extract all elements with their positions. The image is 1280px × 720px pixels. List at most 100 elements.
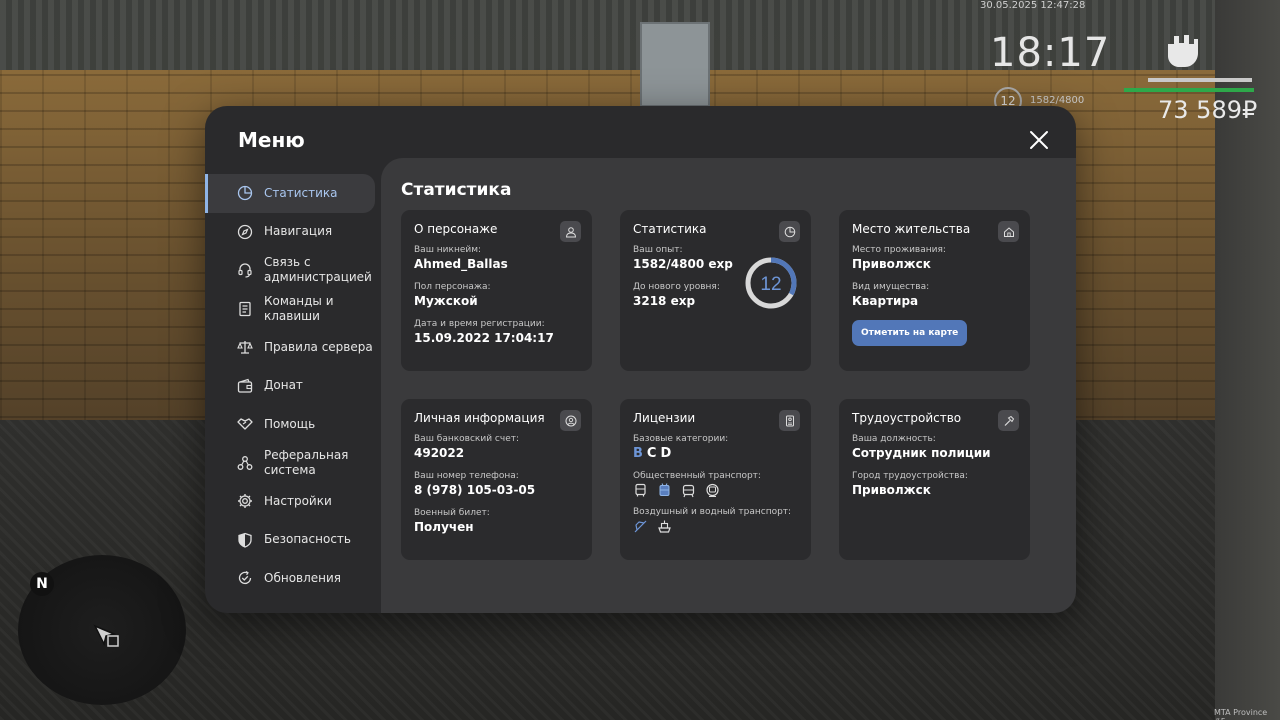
sidebar-item-label: Обновления (264, 570, 342, 585)
public-transport-icons (633, 483, 798, 498)
content-area: Статистика О персонаже Ваш никнейм: Ahme… (381, 158, 1076, 613)
hud-armor-bar (1148, 78, 1252, 82)
server-watermark: MTA Province #5 (1214, 708, 1268, 720)
license-categories: BCD (633, 446, 798, 461)
sidebar-item-label: Помощь (264, 416, 316, 431)
close-icon[interactable] (1027, 128, 1051, 152)
property-type-value: Квартира (852, 294, 919, 308)
sidebar-item-label: Донат (264, 378, 303, 393)
gear-icon (238, 494, 252, 509)
network-icon (237, 455, 253, 470)
sidebar-item-security[interactable]: Безопасность (205, 521, 381, 560)
document-icon (239, 301, 251, 316)
minimap-north-marker: N (30, 572, 54, 596)
menu-panel: Меню Статистика Навигация Связь с админи… (205, 106, 1076, 613)
sidebar-item-donate[interactable]: Донат (205, 367, 381, 406)
sidebar-item-commands[interactable]: Команды и клавиши (205, 290, 381, 329)
wallet-icon (237, 378, 253, 393)
residence-place-value: Приволжск (852, 257, 931, 271)
registration-label: Дата и время регистрации: (414, 319, 545, 329)
job-position-label: Ваша должность: (852, 434, 936, 444)
card-title: Место жительства (852, 222, 971, 236)
hud-health-bar (1124, 88, 1254, 92)
card-personal-info: Личная информация Ваш банковский счет: 4… (401, 399, 592, 560)
license-category-c: C (646, 446, 661, 461)
card-title: Личная информация (414, 411, 545, 425)
card-title: Трудоустройство (852, 411, 962, 425)
base-categories-label: Базовые категории: (633, 434, 729, 444)
game-background-door (640, 22, 710, 107)
nickname-label: Ваш никнейм: (414, 245, 482, 255)
registration-value: 15.09.2022 17:04:17 (414, 331, 554, 345)
card-residence: Место жительства Место проживания: Приво… (839, 210, 1030, 371)
air-water-transport-label: Воздушный и водный транспорт: (633, 507, 792, 517)
hud-datetime: 30.05.2025 12:47:28 (980, 0, 1086, 11)
card-icon-button (560, 410, 581, 431)
pie-chart-icon (784, 226, 795, 237)
player-arrow-icon (93, 624, 119, 647)
sidebar-item-label: Команды и клавиши (264, 293, 334, 323)
card-title: Лицензии (633, 411, 696, 425)
card-title: Статистика (633, 222, 707, 236)
scales-icon (237, 341, 253, 354)
job-city-value: Приволжск (852, 483, 931, 497)
gender-value: Мужской (414, 294, 478, 308)
card-icon-button (998, 410, 1019, 431)
card-title: О персонаже (414, 222, 498, 236)
sidebar-item-navigation[interactable]: Навигация (205, 213, 381, 252)
sidebar-item-referral[interactable]: Реферальная система (205, 444, 381, 483)
hud-clock: 18:17 (990, 30, 1111, 76)
sidebar-item-admin-contact[interactable]: Связь с администрацией (205, 251, 381, 290)
level-progress-ring: 12 (745, 257, 797, 309)
sidebar-item-statistics[interactable]: Статистика (205, 174, 375, 213)
hud-money: 73 589₽ (1158, 96, 1258, 124)
sidebar-item-label: Навигация (264, 224, 333, 239)
license-category-d: D (660, 446, 676, 461)
card-employment: Трудоустройство Ваша должность: Сотрудни… (839, 399, 1030, 560)
card-icon-button (560, 221, 581, 242)
gender-label: Пол персонажа: (414, 282, 491, 292)
bank-account-label: Ваш банковский счет: (414, 434, 520, 444)
hammer-icon (1004, 415, 1014, 426)
military-id-value: Получен (414, 520, 474, 534)
sidebar-item-label: Безопасность (264, 532, 351, 547)
menu-title: Меню (238, 128, 305, 152)
id-card-icon (785, 415, 794, 426)
headset-icon (238, 263, 252, 278)
mark-on-map-button[interactable]: Отметить на карте (852, 320, 968, 346)
card-icon-button (779, 221, 800, 242)
compass-icon (237, 224, 253, 239)
property-type-label: Вид имущества: (852, 282, 930, 292)
card-licenses: Лицензии Базовые категории: BCD Обществе… (620, 399, 811, 560)
refresh-check-icon (238, 571, 252, 585)
level-number: 12 (760, 274, 781, 295)
sidebar-item-label: Правила сервера (264, 339, 373, 354)
sidebar-item-label: Настройки (264, 493, 332, 508)
air-water-transport-icons (633, 519, 798, 534)
phone-value: 8 (978) 105-03-05 (414, 483, 536, 497)
sidebar-item-label: Статистика (264, 185, 338, 200)
phone-label: Ваш номер телефона: (414, 471, 519, 481)
shield-icon (238, 532, 252, 548)
job-city-label: Город трудоустройства: (852, 471, 968, 481)
exp-label: Ваш опыт: (633, 245, 683, 255)
card-icon-button (779, 410, 800, 431)
card-icon-button (998, 221, 1019, 242)
sidebar-item-rules[interactable]: Правила сервера (205, 328, 381, 367)
sidebar: Статистика Навигация Связь с администрац… (205, 174, 381, 598)
sidebar-item-help[interactable]: Помощь (205, 405, 381, 444)
sidebar-item-settings[interactable]: Настройки (205, 482, 381, 521)
boat-icon (658, 520, 671, 533)
sidebar-item-updates[interactable]: Обновления (205, 559, 381, 598)
user-circle-icon (565, 415, 576, 426)
airplane-icon (634, 520, 647, 533)
license-category-b: B (633, 446, 647, 461)
bus-icon (635, 483, 646, 497)
hud-exp: 1582/4800 (1030, 95, 1085, 106)
military-id-label: Военный билет: (414, 508, 490, 518)
nickname-value: Ahmed_Ballas (414, 257, 508, 271)
card-statistics: Статистика Ваш опыт: 1582/4800 exp До но… (620, 210, 811, 371)
pie-chart-icon (237, 186, 253, 201)
sidebar-item-label: Реферальная система (264, 447, 349, 477)
fist-icon (1168, 35, 1198, 67)
